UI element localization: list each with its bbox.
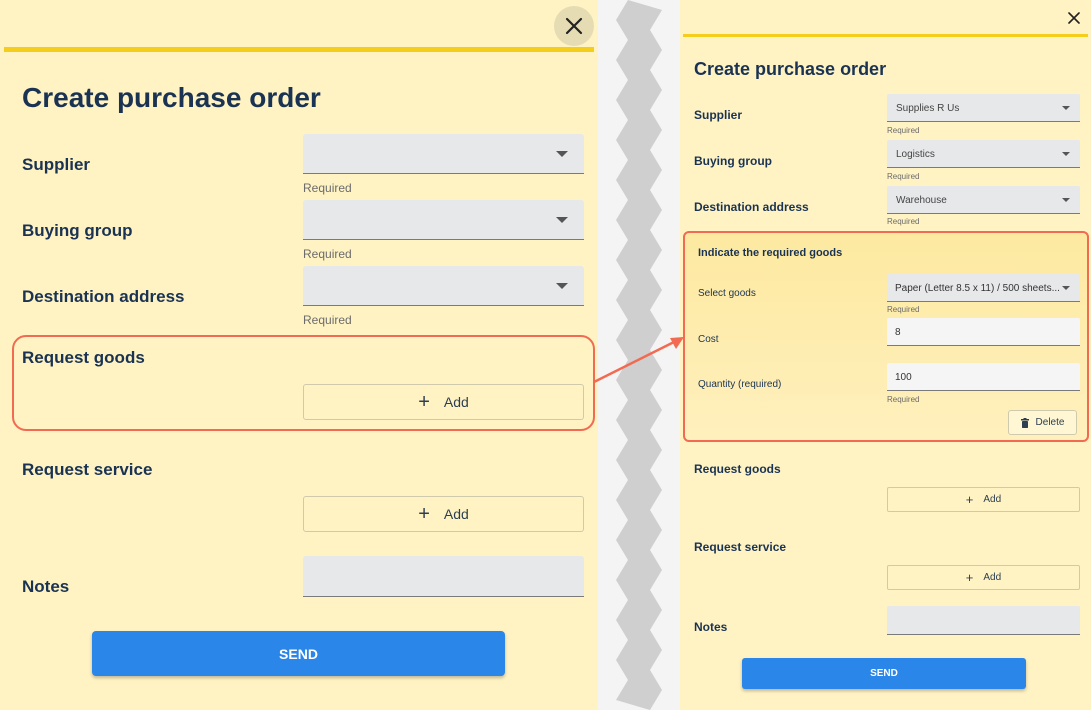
accent-bar (683, 34, 1088, 37)
add-goods-button[interactable]: + Add (887, 487, 1080, 512)
goods-item-title: Indicate the required goods (698, 247, 843, 259)
chevron-down-icon (556, 217, 568, 223)
supplier-value: Supplies R Us (896, 103, 960, 114)
trash-icon (1020, 417, 1029, 428)
chevron-down-icon (556, 151, 568, 157)
cost-label: Cost (698, 334, 719, 345)
notes-field[interactable] (887, 606, 1080, 635)
request-service-label: Request service (22, 460, 153, 479)
quantity-label: Quantity (required) (698, 379, 782, 390)
chevron-down-icon (556, 283, 568, 289)
select-goods-value: Paper (Letter 8.5 x 11) / 500 sheets... (895, 283, 1060, 294)
supplier-select[interactable]: Supplies R Us (887, 94, 1080, 122)
right-panel: Create purchase order Supplier Supplies … (680, 0, 1091, 710)
chevron-down-icon (1062, 198, 1070, 202)
buying-group-helper: Required (887, 172, 920, 181)
destination-address-helper: Required (303, 313, 352, 327)
connector-line (593, 340, 675, 384)
add-service-button[interactable]: + Add (303, 496, 584, 532)
select-goods-select[interactable]: Paper (Letter 8.5 x 11) / 500 sheets... (887, 274, 1080, 302)
plus-icon: + (965, 492, 974, 507)
connector-arrow (593, 337, 684, 384)
add-goods-button[interactable]: + Add (303, 384, 584, 420)
supplier-helper: Required (303, 181, 352, 195)
destination-address-helper: Required (887, 217, 920, 226)
buying-group-helper: Required (303, 247, 352, 261)
supplier-label: Supplier (22, 155, 91, 174)
destination-address-label: Destination address (694, 200, 809, 214)
close-button[interactable] (1065, 8, 1083, 28)
buying-group-select[interactable] (303, 200, 584, 240)
chevron-down-icon (1062, 152, 1070, 156)
plus-icon: + (965, 570, 974, 585)
left-panel: Create purchase order Supplier Required … (0, 0, 600, 710)
add-service-button[interactable]: + Add (887, 565, 1080, 590)
supplier-select[interactable] (303, 134, 584, 174)
cost-input[interactable]: 8 (887, 318, 1080, 346)
destination-address-label: Destination address (22, 287, 185, 306)
close-icon (1068, 12, 1080, 24)
buying-group-label: Buying group (22, 221, 133, 240)
select-goods-helper: Required (887, 305, 920, 314)
select-goods-label: Select goods (698, 288, 756, 299)
request-service-label: Request service (694, 540, 787, 554)
notes-field[interactable] (303, 556, 584, 597)
buying-group-select[interactable]: Logistics (887, 140, 1080, 168)
close-button[interactable] (554, 6, 594, 46)
destination-address-value: Warehouse (896, 195, 947, 206)
accent-bar (4, 47, 594, 52)
notes-label: Notes (694, 620, 728, 634)
plus-icon: + (418, 391, 430, 413)
goods-item-card: Indicate the required goods Select goods… (683, 231, 1089, 442)
buying-group-label: Buying group (694, 154, 772, 168)
notes-label: Notes (22, 577, 70, 596)
plus-icon: + (418, 503, 430, 525)
destination-address-select[interactable]: Warehouse (887, 186, 1080, 214)
chevron-down-icon (1062, 106, 1070, 110)
delete-goods-button[interactable]: Delete (1008, 410, 1077, 435)
chevron-down-icon (1062, 286, 1070, 290)
supplier-helper: Required (887, 126, 920, 135)
supplier-label: Supplier (694, 108, 743, 122)
page-title: Create purchase order (22, 82, 321, 113)
quantity-input[interactable]: 100 (887, 363, 1080, 391)
send-button[interactable]: SEND (92, 631, 505, 676)
quantity-helper: Required (887, 395, 920, 404)
request-goods-label: Request goods (694, 462, 781, 476)
close-icon (565, 17, 583, 35)
request-goods-label: Request goods (22, 348, 145, 367)
destination-address-select[interactable] (303, 266, 584, 306)
page-title: Create purchase order (694, 59, 887, 79)
buying-group-value: Logistics (896, 149, 935, 160)
send-button[interactable]: SEND (742, 658, 1026, 689)
